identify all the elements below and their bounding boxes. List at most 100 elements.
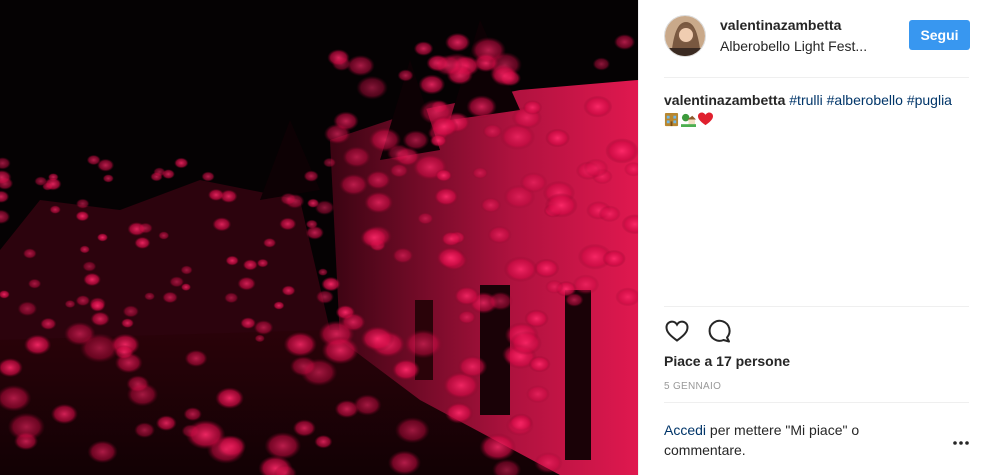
light-dot (321, 336, 359, 365)
header-divider (664, 77, 969, 78)
light-dot (342, 146, 371, 168)
light-dot (314, 434, 333, 449)
light-dot (17, 301, 38, 317)
light-dot (583, 95, 613, 118)
login-prompt: Accedi per mettere "Mi piace" o commenta… (664, 420, 914, 460)
light-dot (242, 259, 258, 271)
login-link[interactable]: Accedi (664, 422, 706, 438)
light-dot (174, 157, 189, 169)
house-buildings-emoji (664, 112, 679, 127)
light-dot (598, 205, 621, 223)
light-dot (215, 387, 245, 409)
light-dot (487, 291, 513, 311)
light-dot (264, 432, 302, 460)
light-dot (79, 245, 90, 254)
light-dot (544, 192, 578, 218)
post-date[interactable]: 5 GENNAIO (664, 381, 721, 392)
avatar-image (665, 16, 705, 56)
light-dot (289, 356, 317, 377)
light-dot (365, 170, 391, 190)
caption-divider (664, 306, 969, 307)
light-dot (27, 278, 42, 289)
light-dot (303, 170, 319, 182)
light-dot (162, 291, 178, 304)
follow-button[interactable]: Segui (909, 20, 970, 50)
light-dot (353, 394, 382, 416)
light-dot (435, 169, 453, 182)
light-dot (602, 249, 626, 268)
light-dot (499, 123, 536, 150)
light-dot (75, 210, 90, 222)
light-dot (102, 174, 114, 183)
light-dot (153, 167, 166, 177)
heart-outline-icon[interactable] (664, 318, 690, 344)
light-dot (503, 256, 538, 283)
light-dot (545, 128, 571, 148)
light-dot (305, 219, 318, 229)
header-location[interactable]: Alberobello Light Fest... (720, 38, 890, 54)
light-dot (505, 415, 534, 436)
light-dot (185, 419, 226, 450)
post-photo[interactable] (0, 0, 638, 475)
light-dot (225, 255, 239, 266)
light-dot (207, 188, 225, 201)
light-dot (64, 299, 76, 309)
light-dot (283, 331, 317, 357)
light-dot (487, 225, 512, 244)
light-dot (144, 292, 156, 301)
light-dot (327, 49, 350, 67)
more-options-icon[interactable] (952, 436, 970, 450)
light-dot (212, 217, 232, 232)
light-dot (583, 158, 609, 178)
light-dot (392, 247, 414, 264)
post-header: valentinazambetta Alberobello Light Fest… (639, 0, 1000, 77)
light-dot (121, 318, 134, 328)
light-dot (417, 212, 434, 225)
light-dot (388, 450, 421, 475)
light-dot (436, 246, 466, 269)
comment-bubble-icon[interactable] (706, 318, 732, 344)
light-dot (360, 227, 389, 249)
light-dot (49, 205, 61, 214)
light-dot (90, 311, 110, 327)
light-dot (75, 295, 91, 307)
light-dot (97, 158, 115, 172)
light-dot (22, 248, 37, 259)
light-dot (317, 268, 328, 276)
light-dot (339, 173, 369, 196)
light-dot (40, 317, 57, 330)
light-dot (394, 417, 430, 444)
light-dot (605, 138, 638, 164)
hashtag-puglia[interactable]: #puglia (907, 92, 952, 108)
light-dot (280, 192, 297, 206)
light-dot (134, 236, 151, 249)
light-dot (315, 290, 334, 304)
trulli-light-festival-image (0, 0, 638, 475)
light-dot (403, 329, 443, 359)
hashtag-alberobello[interactable]: #alberobello (827, 92, 903, 108)
light-dot (418, 74, 446, 95)
avatar[interactable] (664, 15, 706, 57)
likes-count[interactable]: Piace a 17 persone (664, 353, 790, 369)
light-dot (183, 407, 202, 422)
light-dot (479, 433, 517, 461)
hashtag-trulli[interactable]: #trulli (789, 92, 822, 108)
light-dot (89, 299, 106, 312)
light-dot (457, 310, 476, 325)
light-dot (158, 231, 170, 240)
light-dot (126, 375, 150, 393)
light-dot (525, 385, 550, 404)
light-dot (482, 123, 503, 139)
light-dot (509, 330, 542, 356)
post-side-panel: valentinazambetta Alberobello Light Fest… (638, 0, 1000, 475)
light-dot (224, 292, 239, 304)
light-dot (434, 54, 463, 76)
light-dot (321, 276, 341, 292)
header-username[interactable]: valentinazambetta (720, 17, 841, 33)
light-dot (457, 355, 488, 378)
caption-username[interactable]: valentinazambetta (664, 92, 785, 108)
light-dot (273, 301, 285, 310)
light-dot (155, 415, 177, 431)
light-dot (314, 200, 335, 216)
light-dot (472, 167, 489, 179)
